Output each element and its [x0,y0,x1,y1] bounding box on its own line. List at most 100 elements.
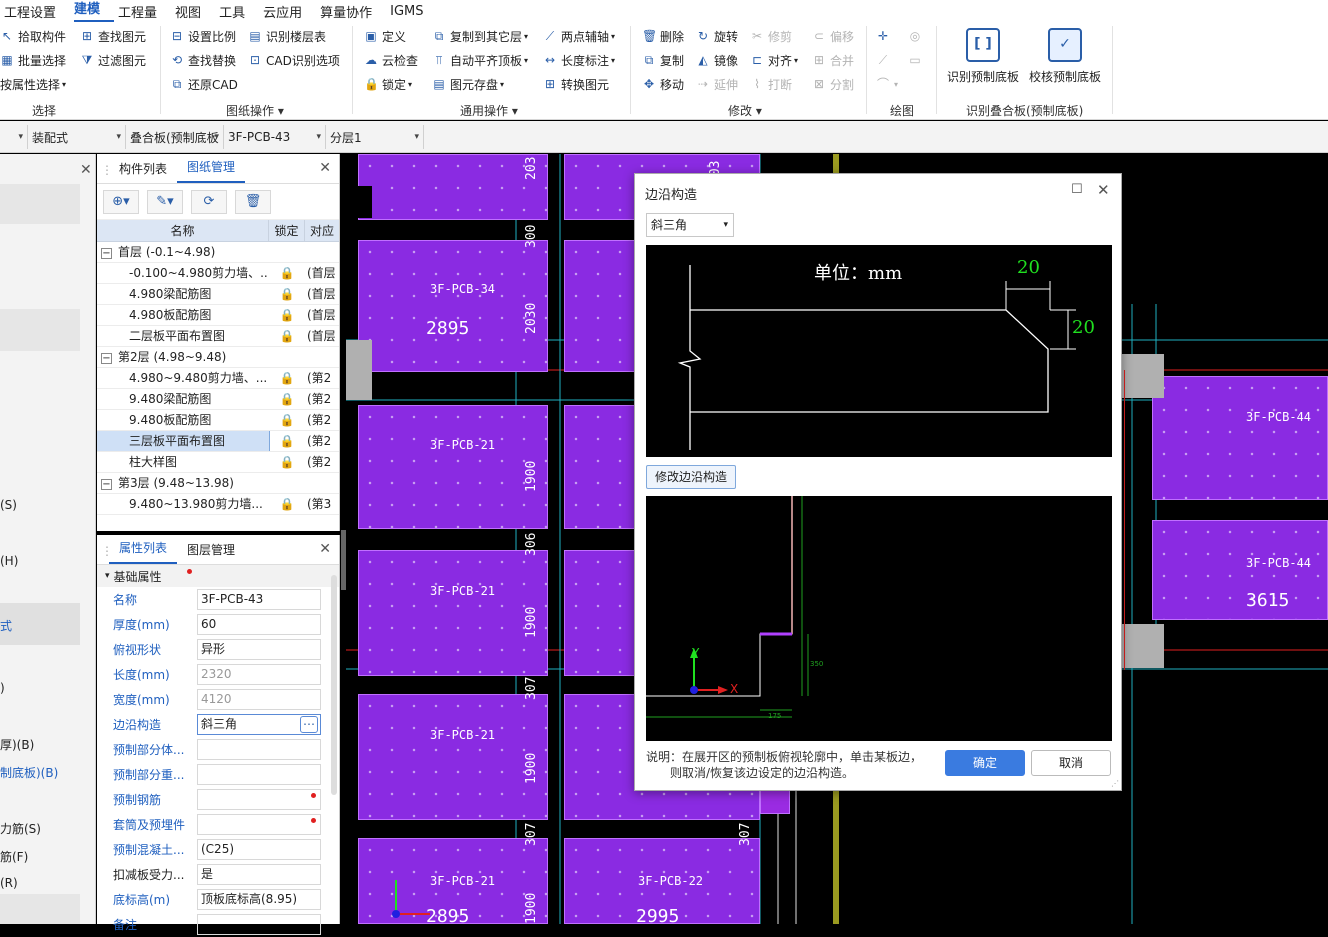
rect-draw-button[interactable]: ▭ [908,50,926,70]
lock-icon[interactable]: 🔒 [269,410,305,430]
lock-icon[interactable]: 🔒 [269,284,305,304]
close-icon[interactable]: ✕ [319,541,331,557]
drawing-row[interactable]: 4.980梁配筋图 🔒 (首层 [97,284,339,305]
edge-type-select[interactable]: 斜三角 ▾ [646,213,734,237]
slab[interactable] [358,154,548,220]
property-value[interactable] [197,914,321,935]
drawing-row[interactable]: 4.980板配筋图 🔒 (首层 [97,305,339,326]
slab[interactable] [358,240,548,372]
tab-component-list[interactable]: 构件列表 [109,160,177,183]
split-button[interactable]: ⊠ 分割 [812,74,854,94]
property-value[interactable]: 斜三角 ⋯ [197,714,321,735]
batch-select-button[interactable]: ▦ 批量选择 [0,50,66,70]
property-value[interactable]: 是 [197,864,321,885]
property-section[interactable]: ▾ 基础属性 [97,565,339,587]
point-draw-button[interactable]: ✛ [876,26,894,46]
add-drawing-button[interactable]: ⊕▾ [103,189,139,214]
lock-icon[interactable]: 🔒 [269,494,305,514]
property-value[interactable]: 2320 [197,664,321,685]
drawing-row[interactable]: 9.480~13.980剪力墙... 🔒 (第3 [97,494,339,515]
property-value[interactable] [197,814,321,835]
refresh-drawing-button[interactable]: ⟳ [191,189,227,214]
lock-icon[interactable]: 🔒 [269,389,305,409]
component-select[interactable]: 3F-PCB-43 ▾ [224,125,326,149]
drawing-row[interactable]: 4.980~9.480剪力墙、... 🔒 (第2 [97,368,339,389]
property-value[interactable]: 4120 [197,689,321,710]
rotate-button[interactable]: ↻ 旋转 [696,26,738,46]
tree-item[interactable]: 制底板)(B) [0,764,58,781]
identify-precast-slab-button[interactable]: [ ] 识别预制底板 [946,28,1020,85]
extend-button[interactable]: ⇢ 延伸 [696,74,738,94]
find-element-button[interactable]: ⊞ 查找图元 [80,26,146,46]
menu-item[interactable]: 算量协作 [320,2,386,21]
property-value[interactable] [197,789,321,810]
property-value[interactable]: 顶板底标高(8.95) [197,889,321,910]
drawing-row[interactable]: 9.480板配筋图 🔒 (第2 [97,410,339,431]
tree-item[interactable]: 式 [0,617,12,634]
resize-grip-icon[interactable]: ⋰ [1111,779,1119,788]
lock-button[interactable]: 🔒 锁定 ▾ [364,74,412,94]
tab-drawing-management[interactable]: 图纸管理 [177,158,246,183]
identify-floor-table-button[interactable]: ▤ 识别楼层表 [248,26,326,46]
drawing-row[interactable]: 三层板平面布置图 🔒 (第2 [97,431,339,452]
length-dimension-button[interactable]: ↔ 长度标注 ▾ [543,50,615,70]
save-element-button[interactable]: ▤ 图元存盘 ▾ [432,74,504,94]
check-precast-slab-button[interactable]: ✓ 校核预制底板 [1028,28,1102,85]
close-icon[interactable]: ✕ [319,160,331,176]
category-select[interactable]: 装配式 ▾ [28,125,126,149]
two-point-axis-button[interactable]: ⟋ 两点辅轴 ▾ [543,26,615,46]
tree-item[interactable]: ) [0,681,5,695]
collapse-icon[interactable]: − [101,479,112,490]
floor-group-row[interactable]: − 第2层 (4.98~9.48) [97,347,339,368]
floor-group-row[interactable]: − 首层 (-0.1~4.98) [97,242,339,263]
collapse-icon[interactable]: − [101,353,112,364]
find-replace-button[interactable]: ⟲ 查找替换 [170,50,236,70]
scrollbar[interactable] [331,575,337,795]
menu-item[interactable]: IGMS [390,4,437,19]
lock-icon[interactable]: 🔒 [269,305,305,325]
menu-item[interactable]: 建模 [74,0,115,22]
menu-item[interactable]: 工具 [219,2,259,21]
lock-icon[interactable]: 🔒 [269,368,305,388]
lock-icon[interactable]: 🔒 [269,263,305,283]
more-icon[interactable]: ⋯ [300,716,318,733]
arc-draw-button[interactable]: ⌒ ▾ [876,74,898,94]
property-value[interactable]: (C25) [197,839,321,860]
edit-drawing-button[interactable]: ✎▾ [147,189,183,214]
tree-item[interactable]: (R) [0,876,18,890]
collapse-icon[interactable]: − [101,248,112,259]
slab[interactable] [358,405,548,529]
maximize-icon[interactable]: ☐ [1071,182,1083,197]
property-value[interactable] [197,739,321,760]
tree-item[interactable]: (H) [0,554,18,568]
type-select[interactable]: 叠合板(预制底板 ▾ [126,125,224,149]
pick-component-button[interactable]: ↖ 拾取构件 [0,26,66,46]
tab-layer-management[interactable]: 图层管理 [177,541,245,564]
set-scale-button[interactable]: ⊟ 设置比例 [170,26,236,46]
lock-icon[interactable]: 🔒 [269,431,305,451]
layer-select[interactable]: 分层1 ▾ [326,125,424,149]
restore-cad-button[interactable]: ⧉ 还原CAD [170,74,238,94]
lock-icon[interactable]: 🔒 [269,452,305,472]
slab-plan-preview[interactable]: Y X 175 350 [646,496,1112,741]
drawing-row[interactable]: 9.480梁配筋图 🔒 (第2 [97,389,339,410]
drawing-row[interactable]: 二层板平面布置图 🔒 (首层 [97,326,339,347]
slab[interactable] [358,694,548,820]
selector-blank[interactable]: ▾ [0,125,28,149]
filter-element-button[interactable]: ⧩ 过滤图元 [80,50,146,70]
offset-button[interactable]: ⊂ 偏移 [812,26,854,46]
property-value[interactable] [197,764,321,785]
select-by-property-button[interactable]: 按属性选择 ▾ [0,74,66,94]
tree-item[interactable]: (S) [0,498,17,512]
tree-item[interactable]: 力筋(S) [0,820,41,837]
close-icon[interactable]: ✕ [1097,181,1110,199]
cloud-check-button[interactable]: ☁ 云检查 [364,50,418,70]
mirror-button[interactable]: ◭ 镜像 [696,50,738,70]
line-draw-button[interactable]: ⟋ [876,50,894,70]
drawing-row[interactable]: -0.100~4.980剪力墙、... 🔒 (首层 [97,263,339,284]
copy-to-other-floor-button[interactable]: ⧉ 复制到其它层 ▾ [432,26,528,46]
slab[interactable] [1152,376,1328,500]
merge-button[interactable]: ⊞ 合并 [812,50,854,70]
close-icon[interactable]: ✕ [80,162,92,178]
convert-element-button[interactable]: ⊞ 转换图元 [543,74,609,94]
